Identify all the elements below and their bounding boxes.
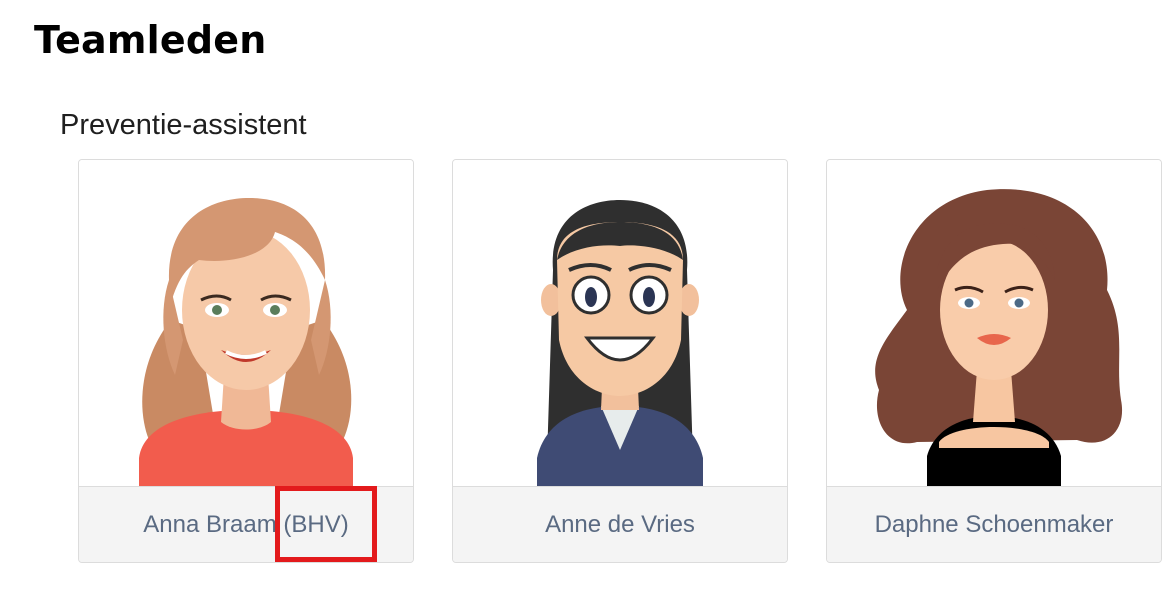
member-card[interactable]: Anna Braam (BHV) (78, 159, 414, 563)
member-name: Daphne Schoenmaker (874, 510, 1114, 538)
member-avatar (827, 160, 1161, 486)
member-card[interactable]: Daphne Schoenmaker (826, 159, 1162, 563)
member-card-footer: Anne de Vries (453, 486, 787, 562)
page-title: Teamleden (34, 18, 267, 62)
section-title: Preventie-assistent (60, 109, 307, 141)
member-avatar (79, 160, 413, 486)
team-page: Teamleden Preventie-assistent Anna Braam… (0, 0, 1172, 614)
member-name: Anna Braam (BHV) (143, 510, 349, 538)
member-card[interactable]: Anne de Vries (452, 159, 788, 563)
member-card-footer: Anna Braam (BHV) (79, 486, 413, 562)
avatar-blonde-woman-icon (139, 198, 353, 486)
member-card-footer: Daphne Schoenmaker (827, 486, 1161, 562)
avatar-dark-haired-woman-icon (537, 200, 703, 486)
member-name: Anne de Vries (545, 510, 695, 538)
avatar-curly-haired-woman-icon (875, 189, 1123, 486)
member-avatar (453, 160, 787, 486)
